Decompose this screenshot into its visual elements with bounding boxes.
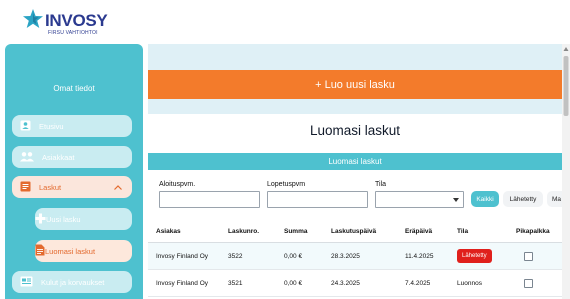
sidebar-item-kulut[interactable]: Kulut ja korvaukset [12, 271, 132, 293]
brand-logo[interactable]: INVOSY FIRSU VAHTIOHTOI [22, 8, 122, 40]
end-date-label: Lopetuspvm [267, 181, 306, 188]
start-date-label: Aloituspvm. [159, 181, 196, 188]
brand-tagline: FIRSU VAHTIOHTOI [48, 30, 98, 36]
filter-sent-button[interactable]: Lähetetty [503, 191, 543, 207]
brand-name: INVOSY [45, 11, 108, 30]
column-header: Pikapalkka [516, 228, 550, 235]
column-header: Summa [284, 228, 308, 235]
column-header: Eräpäivä [405, 228, 433, 235]
end-date-input[interactable] [267, 191, 368, 208]
sidebar-item-label: Asiakkaat [42, 152, 75, 162]
section-header: Luomasi laskut [148, 153, 562, 170]
users-icon [20, 151, 34, 164]
column-header: Laskutuspäivä [331, 228, 377, 235]
sidebar-item-laskut[interactable]: Laskut [12, 176, 132, 198]
sidebar-subitem-uusi-lasku[interactable]: Uusi lasku [35, 208, 132, 230]
plus-icon [35, 213, 46, 226]
status-select[interactable] [375, 191, 464, 208]
status-label: Tila [375, 181, 387, 188]
user-icon [20, 120, 31, 133]
scrollbar[interactable] [562, 44, 570, 299]
amount-cell: 0,00 € [284, 280, 303, 287]
due-date-cell: 7.4.2025 [405, 280, 431, 287]
quick-pay-checkbox[interactable] [524, 279, 533, 288]
table-row[interactable]: Invosy Finland Oy 3521 0,00 € 24.3.2025 … [148, 270, 562, 297]
column-header: Asiakas [156, 228, 181, 235]
star-logo-icon [23, 9, 43, 28]
sidebar-item-etusivu[interactable]: Etusivu [12, 115, 132, 137]
amount-cell: 0,00 € [284, 253, 303, 260]
filter-all-button[interactable]: Kaikki [471, 191, 499, 207]
sidebar-item-label: Kulut ja korvaukset [41, 277, 105, 287]
chevron-up-icon [114, 185, 122, 190]
due-date-cell: 11.4.2025 [405, 253, 434, 260]
sidebar-subitem-label: Luomasi laskut [45, 246, 96, 256]
invoice-number-cell: 3521 [228, 280, 243, 287]
invoices-panel: Luomasi laskut Luomasi laskut Aloituspvm… [148, 114, 567, 299]
status-text: Luonnos [457, 280, 482, 287]
customer-cell: Invosy Finland Oy [156, 280, 209, 287]
invoice-date-cell: 28.3.2025 [331, 253, 360, 260]
receipt-icon [20, 276, 33, 289]
sidebar-subitem-luomasi-laskut[interactable]: Luomasi laskut [35, 240, 132, 262]
table-header: Asiakas Laskunro. Summa Laskutuspäivä Er… [148, 222, 562, 243]
sidebar-heading: Omat tiedot [53, 84, 95, 93]
chevron-down-icon [453, 198, 459, 202]
column-header: Tila [457, 228, 469, 235]
status-badge: Lähetetty [457, 249, 492, 263]
sidebar-item-label: Etusivu [39, 121, 64, 131]
sidebar-item-asiakkaat[interactable]: Asiakkaat [12, 146, 132, 168]
create-invoice-button[interactable]: + Luo uusi lasku [148, 70, 562, 99]
table-row[interactable]: Invosy Finland Oy 3522 0,00 € 28.3.2025 … [148, 243, 562, 270]
invoice-number-cell: 3522 [228, 253, 243, 260]
sidebar: Omat tiedot Etusivu Asiakkaat Laskut Uus… [5, 44, 143, 299]
start-date-input[interactable] [159, 191, 260, 208]
quick-pay-checkbox[interactable] [524, 252, 533, 261]
page-title: Luomasi laskut [309, 123, 401, 138]
main-content: + Luo uusi lasku Luomasi laskut Luomasi … [148, 44, 567, 299]
invoice-date-cell: 24.3.2025 [331, 280, 360, 287]
invoice-icon [20, 181, 31, 194]
document-icon [35, 244, 45, 258]
customer-cell: Invosy Finland Oy [156, 253, 209, 260]
sidebar-item-label: Laskut [39, 182, 62, 192]
column-header: Laskunro. [228, 228, 260, 235]
sidebar-subitem-label: Uusi lasku [46, 214, 81, 224]
